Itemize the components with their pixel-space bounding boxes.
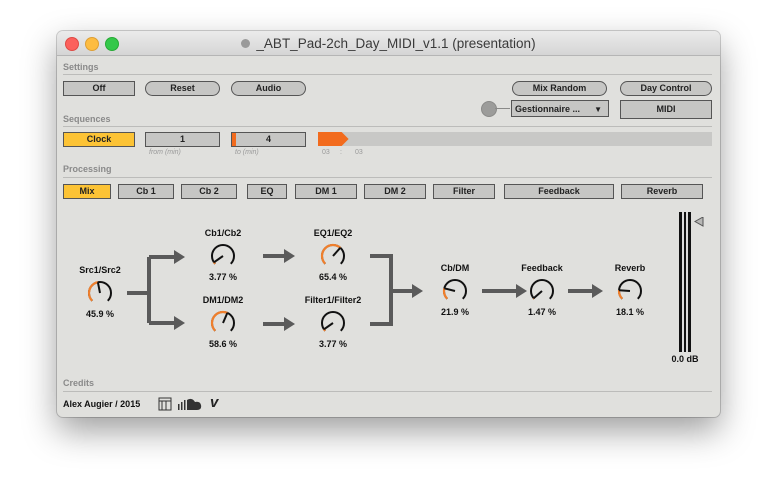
progress-playhead <box>318 132 349 146</box>
led-connector <box>495 108 510 109</box>
title-bar: _ABT_Pad-2ch_Day_MIDI_v1.1 (presentation… <box>57 31 720 56</box>
midi-button[interactable]: MIDI <box>620 100 712 119</box>
meter-value: 0.0 dB <box>671 354 699 364</box>
midi-device-dropdown[interactable]: Gestionnaire ... ▼ <box>511 100 609 117</box>
to-number-box[interactable]: 4 <box>231 132 306 147</box>
chevron-down-icon: ▼ <box>594 105 602 114</box>
knob-eq1-eq2[interactable] <box>319 242 345 268</box>
knob-value-eq1-eq2: 65.4 % <box>318 272 348 282</box>
time-separator: : <box>340 149 342 156</box>
knob-label-filter1-filter2: Filter1/Filter2 <box>304 295 362 305</box>
knob-value-reverb: 18.1 % <box>615 307 645 317</box>
tab-reverb[interactable]: Reverb <box>621 184 703 199</box>
knob-dm1-dm2[interactable] <box>209 309 235 335</box>
knob-reverb[interactable] <box>616 277 642 303</box>
tab-cb2[interactable]: Cb 2 <box>181 184 237 199</box>
knob-src1-src2[interactable] <box>86 279 112 305</box>
time-seconds: 03 <box>355 149 363 156</box>
knob-value-cb-dm: 21.9 % <box>440 307 470 317</box>
sequence-progress-bar <box>318 132 712 146</box>
clock-toggle[interactable]: Clock <box>63 132 135 147</box>
app-window: _ABT_Pad-2ch_Day_MIDI_v1.1 (presentation… <box>57 31 720 417</box>
to-slider-fill <box>232 133 236 146</box>
processing-divider <box>63 177 712 178</box>
knob-label-reverb: Reverb <box>614 263 646 273</box>
from-label: from (min) <box>149 149 181 156</box>
arrowhead-filter <box>284 317 295 331</box>
document-icon <box>241 39 251 48</box>
day-control-button[interactable]: Day Control <box>620 81 712 96</box>
arrowhead-dm <box>174 316 185 330</box>
knob-value-feedback: 1.47 % <box>527 307 557 317</box>
knob-feedback[interactable] <box>528 277 554 303</box>
arrowhead-feedback <box>516 284 527 298</box>
arrowhead-reverb <box>592 284 603 298</box>
tab-dm2[interactable]: DM 2 <box>364 184 426 199</box>
off-button[interactable]: Off <box>63 81 135 96</box>
knob-label-eq1-eq2: EQ1/EQ2 <box>313 228 353 238</box>
progress-fill <box>318 132 349 146</box>
credits-section-label: Credits <box>63 378 95 388</box>
credits-divider <box>63 391 712 392</box>
window-title: _ABT_Pad-2ch_Day_MIDI_v1.1 (presentation… <box>57 36 720 51</box>
tab-cb1[interactable]: Cb 1 <box>118 184 174 199</box>
reset-button[interactable]: Reset <box>145 81 220 96</box>
knob-value-src1-src2: 45.9 % <box>85 309 115 319</box>
knob-value-dm1-dm2: 58.6 % <box>208 339 238 349</box>
arrowhead-eq <box>284 249 295 263</box>
tab-feedback[interactable]: Feedback <box>504 184 614 199</box>
knob-cb1-cb2[interactable] <box>209 242 235 268</box>
knob-label-cb-dm: Cb/DM <box>440 263 470 273</box>
processing-section-label: Processing <box>63 164 112 174</box>
dropdown-value: Gestionnaire ... <box>515 104 581 114</box>
tab-dm1[interactable]: DM 1 <box>295 184 357 199</box>
to-value: 4 <box>265 134 271 144</box>
vimeo-icon[interactable]: v <box>210 394 218 411</box>
tab-filter[interactable]: Filter <box>433 184 495 199</box>
time-minutes: 03 <box>322 149 330 156</box>
window-title-text: _ABT_Pad-2ch_Day_MIDI_v1.1 (presentation… <box>256 36 536 51</box>
credits-author: Alex Augier / 2015 <box>63 399 141 409</box>
knob-cb-dm[interactable] <box>441 277 467 303</box>
arrowhead-cb <box>174 250 185 264</box>
soundcloud-icon[interactable] <box>178 398 204 410</box>
level-meter <box>679 212 691 352</box>
arrowhead-cbdm <box>412 284 423 298</box>
knob-value-filter1-filter2: 3.77 % <box>318 339 348 349</box>
knob-filter1-filter2[interactable] <box>319 309 345 335</box>
mix-random-button[interactable]: Mix Random <box>512 81 607 96</box>
tab-mix[interactable]: Mix <box>63 184 111 199</box>
settings-divider <box>63 74 712 75</box>
audio-button[interactable]: Audio <box>231 81 306 96</box>
from-number-box[interactable]: 1 <box>145 132 220 147</box>
settings-section-label: Settings <box>63 62 99 72</box>
tab-eq[interactable]: EQ <box>247 184 287 199</box>
sequences-divider <box>63 126 712 127</box>
knob-label-feedback: Feedback <box>521 263 563 273</box>
to-label: to (min) <box>235 149 259 156</box>
midi-status-led <box>481 101 497 117</box>
knob-label-src1-src2: Src1/Src2 <box>79 265 121 275</box>
logo-icon[interactable] <box>158 397 172 411</box>
meter-gain-handle[interactable] <box>694 217 704 227</box>
sequences-section-label: Sequences <box>63 114 111 124</box>
knob-value-cb1-cb2: 3.77 % <box>208 272 238 282</box>
knob-label-dm1-dm2: DM1/DM2 <box>202 295 244 305</box>
arrow-merge <box>370 254 393 326</box>
knob-label-cb1-cb2: Cb1/Cb2 <box>204 228 242 238</box>
